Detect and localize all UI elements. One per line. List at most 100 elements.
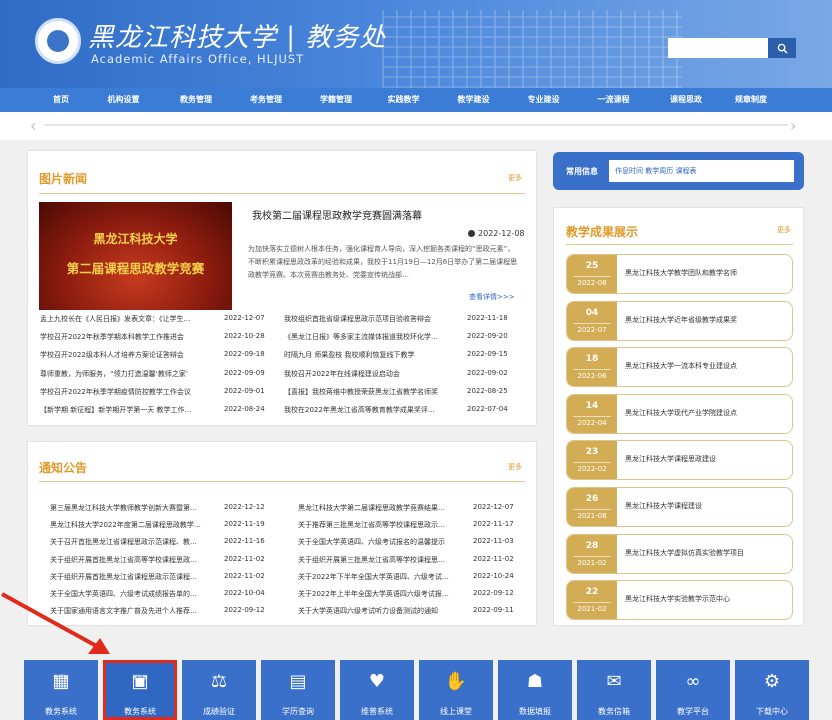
news-list-item[interactable]: 尊师重教，为师服务，“领力打造温馨‘教师之家’ 2022-09-09 xyxy=(40,369,270,380)
notice-list-item[interactable]: 关于大学英语四六级考试听力设备测试的通知 2022-09-11 xyxy=(298,606,523,617)
news-list-item[interactable]: 我校在2022年黑龙江省高等教育教学成果奖评… 2022-07-04 xyxy=(284,405,519,416)
achievement-title[interactable]: 黑龙江科技大学近年省级教学成果奖 xyxy=(625,315,737,325)
search-input[interactable] xyxy=(668,38,768,58)
achievement-title[interactable]: 黑龙江科技大学教学团队和教学名师 xyxy=(625,268,737,278)
quick-link-tile[interactable]: 学生端 ▣ 教务系统 xyxy=(103,660,177,720)
news-item-date: 2022-09-20 xyxy=(467,332,508,341)
chevron-right-icon[interactable]: › xyxy=(790,116,796,135)
nav-item[interactable]: 课程思政 xyxy=(651,88,721,112)
news-item-title[interactable]: 学校召开2022年秋季学期本科教学工作推进会 xyxy=(40,332,210,342)
news-item-title[interactable]: 《黑龙江日报》等多家主流媒体报道我校环化学… xyxy=(284,332,456,342)
achievement-item[interactable]: 14 2022-04 黑龙江科技大学现代产业学院建设点 xyxy=(566,393,793,434)
quick-link-tile[interactable]: ∞ 教学平台 xyxy=(656,660,730,720)
notice-list-item[interactable]: 关于组织开展首批黑龙江省高等学校课程思政… 2022-11-02 xyxy=(50,555,275,566)
read-more-link[interactable]: 查看详情>>> xyxy=(469,292,515,302)
quick-link-tile[interactable]: ⚙ 下载中心 xyxy=(735,660,809,720)
quick-link-tile[interactable]: ☗ 数据填报 xyxy=(498,660,572,720)
news-list-item[interactable]: 【喜报】我校蒋维中教授荣获黑龙江省教学名师奖 2022-08-25 xyxy=(284,387,519,398)
quick-link-tile[interactable]: ✉ 教务信箱 xyxy=(577,660,651,720)
university-logo[interactable] xyxy=(35,18,81,64)
common-info-links[interactable]: 作息时间 教学周历 课程表 xyxy=(615,166,696,176)
nav-item[interactable]: 学籍管理 xyxy=(301,88,371,112)
achievements-more-link[interactable]: 更多 xyxy=(777,225,791,235)
notice-item-title[interactable]: 关于2022年上半年全国大学英语四六级考试报… xyxy=(298,589,458,599)
news-item-title[interactable]: 学校召开2022级本科人才培养方案论证答辩会 xyxy=(40,350,210,360)
quick-link-tile[interactable]: 教师端 ▦ 教务系统 xyxy=(24,660,98,720)
news-item-title[interactable]: 我校在2022年黑龙江省高等教育教学成果奖评… xyxy=(284,405,456,415)
nav-item[interactable]: 机构设置 xyxy=(86,88,161,112)
notice-list-item[interactable]: 关于2022年上半年全国大学英语四六级考试报… 2022-09-12 xyxy=(298,589,523,600)
news-item-date: 2022-09-15 xyxy=(467,350,508,359)
notice-item-title[interactable]: 关于组织开展首批黑龙江省高等学校课程思政… xyxy=(50,555,210,565)
achievement-title[interactable]: 黑龙江科技大学课程思政建设 xyxy=(625,454,716,464)
news-list-item[interactable]: 孟上九校长在《人民日报》发表文章：《让学生… 2022-12-07 xyxy=(40,314,270,325)
news-list-item[interactable]: 学校召开2022年秋季学期疫情防控教学工作会议 2022-09-01 xyxy=(40,387,270,398)
notice-list-item[interactable]: 黑龙江科技大学2022年度第二届课程思政教学… 2022-11-19 xyxy=(50,520,275,531)
achievement-item[interactable]: 23 2022-02 黑龙江科技大学课程思政建设 xyxy=(566,440,793,481)
notice-list-item[interactable]: 黑龙江科技大学第二届课程思政教学竞赛结果… 2022-12-07 xyxy=(298,503,523,514)
nav-item[interactable]: 考务管理 xyxy=(231,88,301,112)
notice-list-item[interactable]: 关于2022年下半年全国大学英语四、六级考试… 2022-10-24 xyxy=(298,572,523,583)
achievement-item[interactable]: 04 2022-07 黑龙江科技大学近年省级教学成果奖 xyxy=(566,300,793,341)
notice-item-title[interactable]: 关于大学英语四六级考试听力设备测试的通知 xyxy=(298,606,458,616)
news-item-title[interactable]: 学校召开2022年秋季学期疫情防控教学工作会议 xyxy=(40,387,210,397)
nav-item[interactable]: 首页 xyxy=(36,88,86,112)
news-headline[interactable]: 我校第二届课程思政教学竞赛圆满落幕 xyxy=(252,207,422,222)
notice-item-title[interactable]: 黑龙江科技大学第二届课程思政教学竞赛结果… xyxy=(298,503,458,513)
notice-item-title[interactable]: 黑龙江科技大学2022年度第二届课程思政教学… xyxy=(50,520,210,530)
notice-list-item[interactable]: 关于组织开展第三批黑龙江省高等学校课程思… 2022-11-02 xyxy=(298,555,523,566)
handshake-icon: ✋ xyxy=(444,671,468,692)
notice-item-title[interactable]: 关于召开首批黑龙江省课程思政示范课程、教… xyxy=(50,537,210,547)
chevron-left-icon[interactable]: ‹ xyxy=(30,116,36,135)
notice-item-title[interactable]: 关于推荐第三批黑龙江省高等学校课程思政示… xyxy=(298,520,458,530)
news-list-item[interactable]: 《黑龙江日报》等多家主流媒体报道我校环化学… 2022-09-20 xyxy=(284,332,519,343)
quick-link-tile[interactable]: ✋ 线上课堂 xyxy=(419,660,493,720)
nav-item[interactable]: 规章制度 xyxy=(721,88,781,112)
nav-item[interactable]: 专业建设 xyxy=(511,88,576,112)
notice-list-item[interactable]: 关于组织开展首批黑龙江省课程思政示范课程… 2022-11-02 xyxy=(50,572,275,583)
news-list-item[interactable]: 学校召开2022级本科人才培养方案论证答辩会 2022-09-18 xyxy=(40,350,270,361)
notice-list-item[interactable]: 关于推荐第三批黑龙江省高等学校课程思政示… 2022-11-17 xyxy=(298,520,523,531)
quick-link-tile[interactable]: ▤ 学历查询 xyxy=(261,660,335,720)
notice-list-item[interactable]: 第三届黑龙江科技大学教师教学创新大赛暨第… 2022-12-12 xyxy=(50,503,275,514)
news-item-title[interactable]: 时隔九月 师果盈枝 我校顺利恢复线下教学 xyxy=(284,350,456,360)
achievement-title[interactable]: 黑龙江科技大学一流本科专业建设点 xyxy=(625,361,737,371)
achievement-item[interactable]: 18 2022-06 黑龙江科技大学一流本科专业建设点 xyxy=(566,347,793,388)
news-list-item[interactable]: 学校召开2022年秋季学期本科教学工作推进会 2022-10-28 xyxy=(40,332,270,343)
notice-list-item[interactable]: 关于召开首批黑龙江省课程思政示范课程、教… 2022-11-16 xyxy=(50,537,275,548)
achievement-item[interactable]: 25 2022-08 黑龙江科技大学教学团队和教学名师 xyxy=(566,254,793,294)
notice-more-link[interactable]: 更多 xyxy=(508,462,522,472)
achievement-item[interactable]: 28 2021-02 黑龙江科技大学虚拟仿真实验教学项目 xyxy=(566,533,793,574)
notice-item-title[interactable]: 关于2022年下半年全国大学英语四、六级考试… xyxy=(298,572,458,582)
news-item-title[interactable]: 【新学期 新征程】新学期开学第一天 教学工作… xyxy=(40,405,210,415)
nav-item[interactable]: 教学建设 xyxy=(436,88,511,112)
achievement-title[interactable]: 黑龙江科技大学虚拟仿真实验教学项目 xyxy=(625,548,744,558)
search-button[interactable] xyxy=(768,38,796,58)
news-list-item[interactable]: 我校组织首批省级课程思政示范项目验收答辩会 2022-11-18 xyxy=(284,314,519,325)
achievement-item[interactable]: 26 2021-08 黑龙江科技大学课程建设 xyxy=(566,487,793,527)
notice-list-item[interactable]: 关于全国大学英语四、六级考试报名的温馨提示 2022-11-03 xyxy=(298,537,523,548)
news-image[interactable]: 黑龙江科技大学 第二届课程思政教学竞赛 xyxy=(39,202,232,310)
achievement-title[interactable]: 黑龙江科技大学课程建设 xyxy=(625,501,702,511)
notice-item-title[interactable]: 第三届黑龙江科技大学教师教学创新大赛暨第… xyxy=(50,503,210,513)
achievement-item[interactable]: 22 2021-02 黑龙江科技大学实验教学示范中心 xyxy=(566,580,793,621)
nav-item[interactable]: 实践教学 xyxy=(371,88,436,112)
news-item-title[interactable]: 尊师重教，为师服务，“领力打造温馨‘教师之家’ xyxy=(40,369,210,379)
news-list-item[interactable]: 【新学期 新征程】新学期开学第一天 教学工作… 2022-08-24 xyxy=(40,405,270,416)
photo-news-more-link[interactable]: 更多 xyxy=(508,173,522,183)
news-item-title[interactable]: 孟上九校长在《人民日报》发表文章：《让学生… xyxy=(40,314,210,324)
achievement-title[interactable]: 黑龙江科技大学现代产业学院建设点 xyxy=(625,408,737,418)
news-item-title[interactable]: 【喜报】我校蒋维中教授荣获黑龙江省教学名师奖 xyxy=(284,387,456,397)
notice-item-title[interactable]: 关于全国大学英语四、六级考试报名的温馨提示 xyxy=(298,537,458,547)
news-item-title[interactable]: 我校召开2022年在线课程建设启动会 xyxy=(284,369,456,379)
notice-item-title[interactable]: 关于组织开展第三批黑龙江省高等学校课程思… xyxy=(298,555,458,565)
quick-link-tile[interactable]: ⚖ 成绩验证 xyxy=(182,660,256,720)
nav-item[interactable]: 一流课程 xyxy=(576,88,651,112)
news-list-item[interactable]: 我校召开2022年在线课程建设启动会 2022-09-02 xyxy=(284,369,519,380)
achievement-title[interactable]: 黑龙江科技大学实验教学示范中心 xyxy=(625,594,730,604)
nav-item[interactable]: 教务管理 xyxy=(161,88,231,112)
news-list-item[interactable]: 时隔九月 师果盈枝 我校顺利恢复线下教学 2022-09-15 xyxy=(284,350,519,361)
quick-link-tile[interactable]: ♥ 维普系统 xyxy=(340,660,414,720)
notice-item-title[interactable]: 关于组织开展首批黑龙江省课程思政示范课程… xyxy=(50,572,210,582)
news-item-title[interactable]: 我校组织首批省级课程思政示范项目验收答辩会 xyxy=(284,314,456,324)
